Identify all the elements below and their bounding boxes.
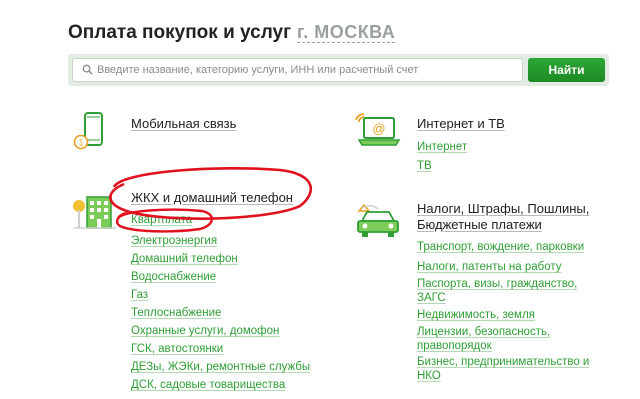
search-field-wrap — [72, 58, 523, 82]
link-kvartplata[interactable]: Квартплата — [131, 213, 192, 227]
page-title: Оплата покупок и услуг г. МОСКВА — [68, 22, 396, 44]
city-selector[interactable]: г. МОСКВА — [297, 22, 396, 43]
page-title-text: Оплата покупок и услуг — [68, 22, 291, 43]
link-heating[interactable]: Теплоснабжение — [131, 306, 221, 320]
link-home-phone[interactable]: Домашний телефон — [131, 252, 238, 266]
search-input[interactable] — [97, 59, 517, 81]
search-button[interactable]: Найти — [528, 58, 605, 82]
link-transport[interactable]: Транспорт, вождение, парковки — [417, 240, 584, 254]
link-water[interactable]: Водоснабжение — [131, 270, 216, 284]
link-garage-parking[interactable]: ГСК, автостоянки — [131, 342, 223, 356]
link-electricity[interactable]: Электроэнергия — [131, 234, 217, 248]
link-tv[interactable]: ТВ — [417, 159, 432, 173]
link-gas[interactable]: Газ — [131, 288, 148, 302]
link-internet[interactable]: Интернет — [417, 140, 467, 154]
link-dez-zhek[interactable]: ДЕЗы, ЖЭКи, ремонтные службы — [131, 360, 310, 374]
category-mobile[interactable]: Мобильная связь — [131, 116, 236, 132]
link-dsk-garden[interactable]: ДСК, садовые товарищества — [131, 378, 285, 392]
laptop-wifi-icon: @ — [355, 113, 401, 146]
search-bar: Найти — [68, 54, 609, 86]
car-taxes-icon — [357, 203, 399, 237]
link-taxes-patents[interactable]: Налоги, патенты на работу — [417, 260, 562, 274]
search-icon — [82, 64, 93, 75]
link-security-intercom[interactable]: Охранные услуги, домофон — [131, 324, 279, 338]
link-licenses-security[interactable]: Лицензии, безопасность, правопорядок — [417, 325, 577, 353]
category-internet-tv[interactable]: Интернет и ТВ — [417, 116, 505, 132]
category-housing[interactable]: ЖКХ и домашний телефон — [131, 190, 293, 206]
svg-text:@: @ — [372, 121, 385, 136]
link-business-nko[interactable]: Бизнес, предпринимательство и НКО — [417, 355, 607, 383]
svg-text:1: 1 — [78, 138, 83, 148]
link-passports-visas[interactable]: Паспорта, визы, гражданство, ЗАГС — [417, 277, 597, 305]
category-taxes-fines[interactable]: Налоги, Штрафы, Пошлины, Бюджетные плате… — [417, 201, 607, 233]
apartment-building-icon — [73, 196, 116, 229]
mobile-phone-icon: 1 — [73, 112, 103, 150]
link-real-estate[interactable]: Недвижимость, земля — [417, 308, 535, 322]
